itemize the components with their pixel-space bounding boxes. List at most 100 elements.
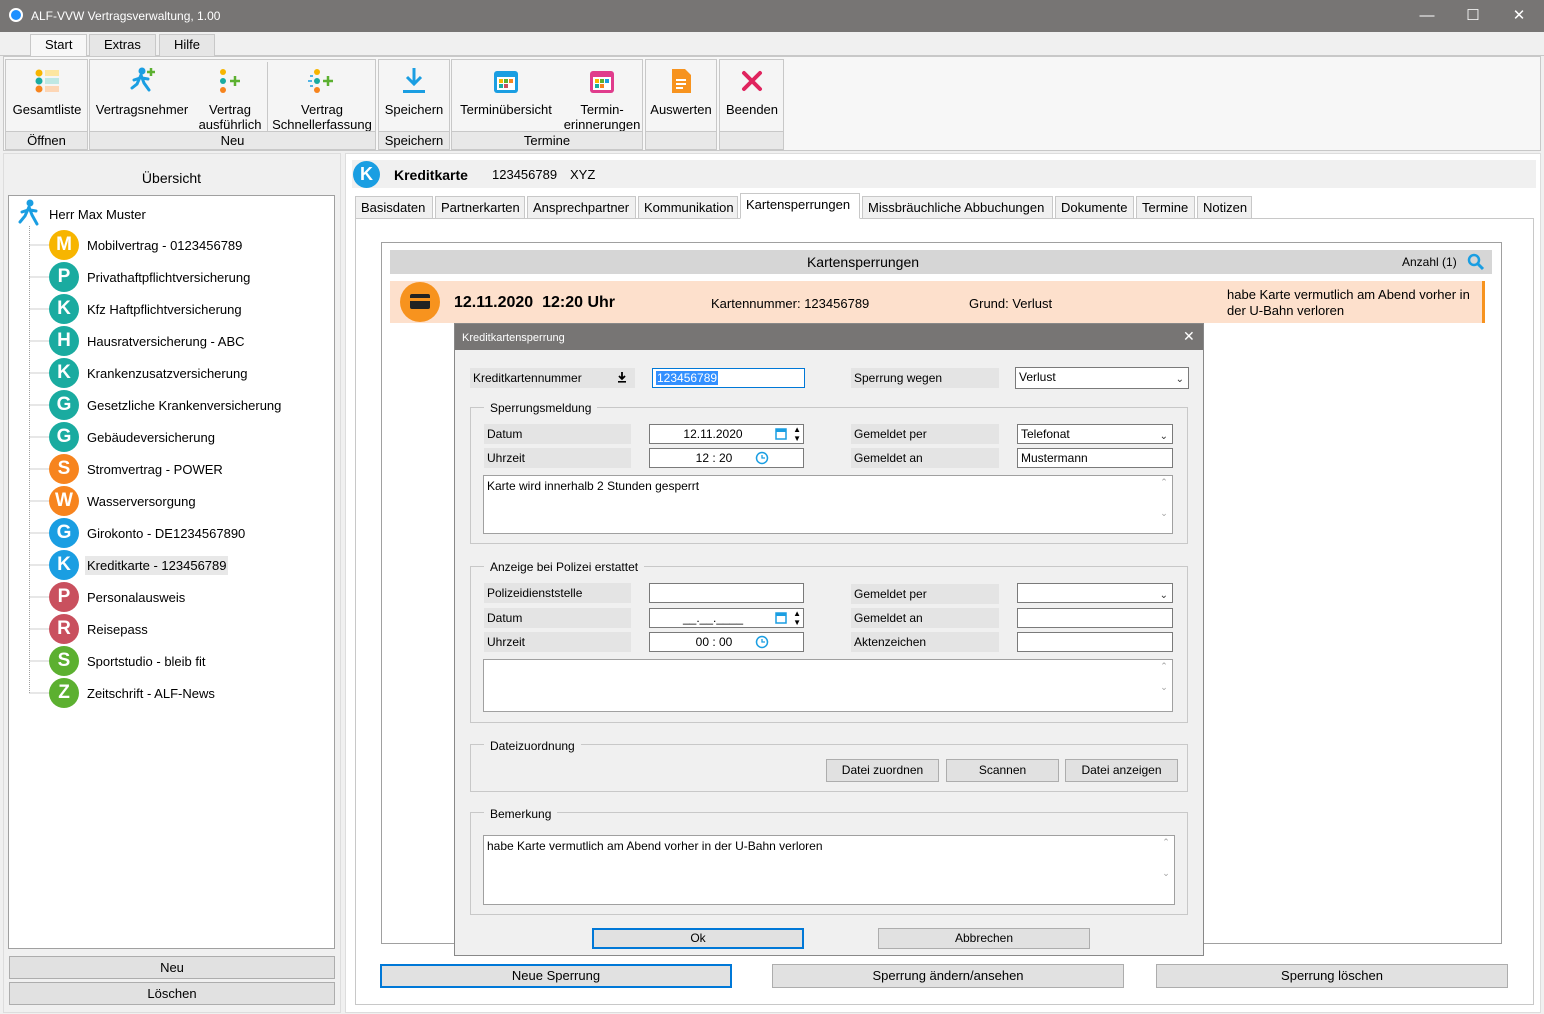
tab-dokumente[interactable]: Dokumente — [1055, 196, 1134, 219]
tree-item[interactable]: P Privathaftpflichtversicherung — [49, 262, 252, 292]
meldung-uhrzeit-input[interactable]: 12 : 20 — [649, 448, 804, 468]
dialog-title: Kreditkartensperrung — [462, 332, 565, 344]
grid-row[interactable]: 12.11.2020 12:20 Uhr Kartennummer: 12345… — [390, 281, 1485, 323]
kartennummer-label-text: Kreditkartennummer — [473, 371, 582, 385]
speichern-button[interactable]: Speichern — [381, 62, 447, 117]
tab-ansprechpartner[interactable]: Ansprechpartner — [527, 196, 636, 219]
sperrung-wegen-select[interactable]: Verlust ⌄ — [1015, 367, 1189, 389]
tree-item[interactable]: G Gebäudeversicherung — [49, 422, 217, 452]
vertrag-schnellerfassung-button[interactable]: Vertrag Schnellerfassung — [268, 62, 376, 132]
tab-basisdaten[interactable]: Basisdaten — [355, 196, 433, 219]
tree-item[interactable]: M Mobilvertrag - 0123456789 — [49, 230, 244, 260]
tab-partnerkarten[interactable]: Partnerkarten — [435, 196, 525, 219]
meldung-datum-label: Datum — [484, 424, 631, 444]
aktenzeichen-label: Aktenzeichen — [851, 632, 999, 652]
meldung-an-value: Mustermann — [1021, 451, 1088, 465]
vertrag-ausfuehrlich-button[interactable]: Vertrag ausführlich — [194, 62, 266, 132]
tree-item[interactable]: K Kreditkarte - 123456789 — [49, 550, 229, 580]
calendar-icon[interactable] — [775, 611, 787, 629]
tab-missbraeuchliche-abbuchungen[interactable]: Missbräuchliche Abbuchungen — [862, 196, 1053, 219]
tab-termine[interactable]: Termine — [1136, 196, 1195, 219]
aktenzeichen-input[interactable] — [1017, 632, 1173, 652]
new-lock-button[interactable]: Neue Sperrung — [380, 964, 732, 988]
tree-item[interactable]: P Personalausweis — [49, 582, 187, 612]
tab-hilfe[interactable]: Hilfe — [159, 34, 216, 56]
vertragsnehmer-button[interactable]: Vertragsnehmer — [92, 62, 192, 117]
tree-item-label: Privathaftpflichtversicherung — [87, 269, 251, 285]
tab-kartensperrungen[interactable]: Kartensperrungen — [740, 193, 860, 219]
polizei-per-select[interactable]: ⌄ — [1017, 583, 1173, 603]
contract-badge: H — [49, 326, 79, 356]
tree-item[interactable]: W Wasserversorgung — [49, 486, 198, 516]
edit-lock-button[interactable]: Sperrung ändern/ansehen — [772, 964, 1124, 988]
tree-item-label: Krankenzusatzversicherung — [87, 365, 248, 381]
polizei-uhrzeit-label: Uhrzeit — [484, 632, 631, 652]
download-icon[interactable] — [617, 368, 627, 392]
ribbon-group-termine: Terminübersicht Termin- erinnerungen Ter… — [451, 59, 643, 150]
meldung-per-select[interactable]: Telefonat ⌄ — [1017, 424, 1173, 444]
scrollbar[interactable]: ⌃ ⌄ — [1159, 837, 1173, 903]
minimize-button[interactable]: — — [1404, 0, 1450, 32]
row-cardnumber: Kartennummer: 123456789 — [711, 296, 870, 311]
clock-icon[interactable] — [755, 451, 769, 470]
terminuebersicht-label: Terminübersicht — [460, 102, 552, 117]
scrollbar[interactable]: ⌃ ⌄ — [1157, 661, 1171, 710]
gesamtliste-button[interactable]: Gesamtliste — [9, 62, 85, 117]
abbrechen-button[interactable]: Abbrechen — [878, 928, 1090, 949]
polizei-an-input[interactable] — [1017, 608, 1173, 628]
header-number: 123456789 — [492, 167, 558, 182]
tree-root-label: Herr Max Muster — [49, 206, 146, 222]
maximize-button[interactable]: ☐ — [1450, 0, 1496, 32]
beenden-label: Beenden — [725, 102, 779, 117]
delete-lock-button[interactable]: Sperrung löschen — [1156, 964, 1508, 988]
tree-item[interactable]: H Hausratversicherung - ABC — [49, 326, 247, 356]
person-icon — [15, 198, 43, 231]
terminuebersicht-button[interactable]: Terminübersicht — [454, 62, 558, 117]
beenden-button[interactable]: Beenden — [721, 62, 783, 117]
tab-notizen[interactable]: Notizen — [1197, 196, 1252, 219]
clock-icon[interactable] — [755, 635, 769, 654]
bemerkung-text-area[interactable]: habe Karte vermutlich am Abend vorher in… — [483, 835, 1175, 905]
tree-item[interactable]: K Kfz Haftpflichtversicherung — [49, 294, 244, 324]
dateizuordnung-legend: Dateizuordnung — [484, 739, 581, 753]
contract-badge: R — [49, 614, 79, 644]
polizei-uhrzeit-value: 00 : 00 — [695, 635, 733, 649]
meldung-text-area[interactable]: Karte wird innerhalb 2 Stunden gesperrt … — [483, 475, 1173, 534]
ok-button[interactable]: Ok — [592, 928, 804, 949]
dialog-close-icon[interactable]: ✕ — [1183, 328, 1195, 345]
kartennummer-input[interactable]: 123456789 — [652, 368, 805, 388]
tree-root[interactable]: Herr Max Muster — [15, 199, 146, 229]
datei-anzeigen-button[interactable]: Datei anzeigen — [1065, 759, 1178, 782]
tree-item[interactable]: K Krankenzusatzversicherung — [49, 358, 249, 388]
tab-start[interactable]: Start — [30, 34, 88, 57]
meldung-datum-input[interactable]: 12.11.2020 ▲ ▼ — [649, 424, 804, 444]
terminerinnerungen-button[interactable]: Termin- erinnerungen — [562, 62, 642, 132]
close-button[interactable]: ✕ — [1496, 0, 1542, 32]
polizei-datum-input[interactable]: __.__.____ ▲ ▼ — [649, 608, 804, 628]
spinner-icon[interactable]: ▲ ▼ — [793, 425, 801, 443]
tree-item[interactable]: Z Zeitschrift - ALF-News — [49, 678, 217, 708]
auswerten-button[interactable]: Auswerten — [648, 62, 714, 117]
search-icon[interactable] — [1467, 253, 1485, 274]
polizei-text-area[interactable]: ⌃ ⌄ — [483, 659, 1173, 712]
tree-item[interactable]: G Girokonto - DE1234567890 — [49, 518, 247, 548]
new-button[interactable]: Neu — [9, 956, 335, 979]
tree-item[interactable]: S Stromvertrag - POWER — [49, 454, 225, 484]
calendar-icon[interactable] — [775, 427, 787, 445]
contract-badge: W — [49, 486, 79, 516]
window-title: ALF-VVW Vertragsverwaltung, 1.00 — [31, 9, 221, 23]
tree-item[interactable]: G Gesetzliche Krankenversicherung — [49, 390, 283, 420]
polizei-uhrzeit-input[interactable]: 00 : 00 — [649, 632, 804, 652]
tree-item[interactable]: R Reisepass — [49, 614, 150, 644]
tree-item[interactable]: S Sportstudio - bleib fit — [49, 646, 208, 676]
spinner-icon[interactable]: ▲ ▼ — [793, 609, 801, 627]
datei-zuordnen-button[interactable]: Datei zuordnen — [826, 759, 939, 782]
kartennummer-value: 123456789 — [656, 371, 719, 385]
delete-button[interactable]: Löschen — [9, 982, 335, 1005]
meldung-an-input[interactable]: Mustermann — [1017, 448, 1173, 468]
tab-extras[interactable]: Extras — [89, 34, 156, 56]
tab-kommunikation[interactable]: Kommunikation — [638, 196, 738, 219]
dienststelle-input[interactable] — [649, 583, 804, 603]
scannen-button[interactable]: Scannen — [946, 759, 1059, 782]
scrollbar[interactable]: ⌃ ⌄ — [1157, 477, 1171, 532]
